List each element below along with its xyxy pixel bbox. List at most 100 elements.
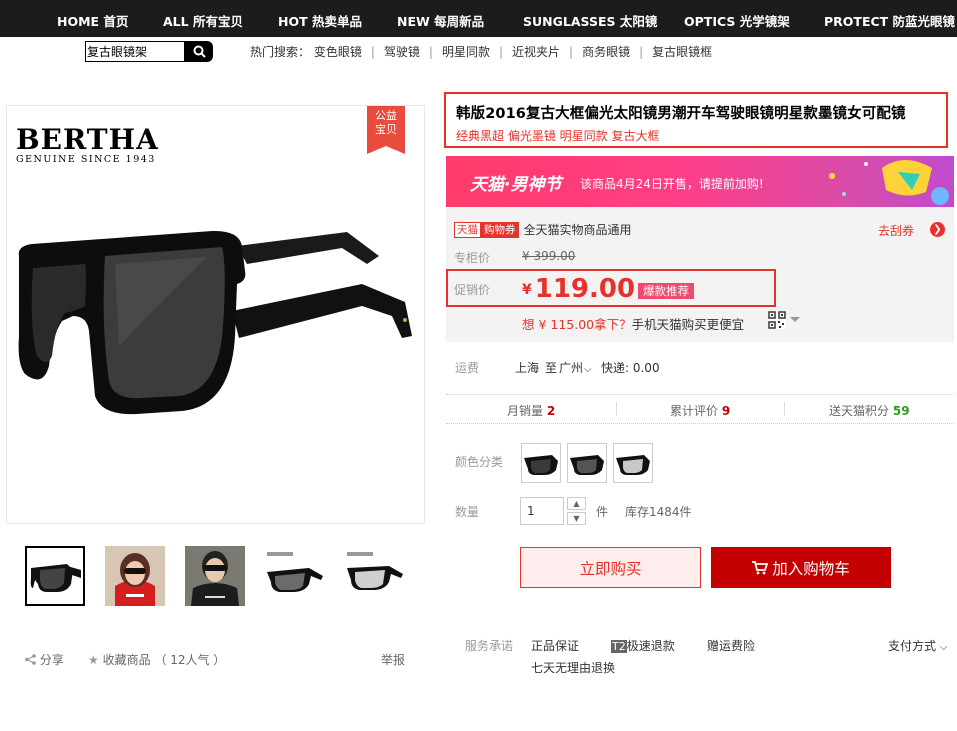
city-dropdown[interactable]: 广州⌵ — [559, 359, 592, 376]
mobile-price-hint: 想 ¥ 115.00拿下？手机天猫购买更便宜 — [522, 314, 744, 333]
coupon-tag: 购物券 — [481, 221, 519, 238]
thumbnail-model-image — [185, 546, 245, 606]
color-option[interactable] — [613, 443, 653, 483]
service-label: 服务承诺 — [465, 639, 514, 653]
shipping-fee: 快递: 0.00 — [601, 361, 660, 375]
promo-price-box: 促销价 ¥119.00 爆款推荐 — [446, 269, 776, 307]
product-title-box: 韩版2016复古大框偏光太阳镜男潮开车驾驶眼镜明星款墨镜女可配镜 经典黑超 偏光… — [444, 92, 948, 148]
shipping-label: 运费 — [455, 361, 480, 375]
color-label: 颜色分类 — [455, 455, 504, 469]
hot-search-term[interactable]: 驾驶镜 — [384, 45, 420, 59]
thumbnail-sunglasses-image — [265, 546, 325, 606]
stats-bar: 月销量 2 累计评价 9 送天猫积分 59 — [446, 394, 954, 424]
decoration-icon — [829, 160, 949, 205]
promo-price-value: 119.00 — [534, 274, 636, 304]
promo-price-label: 促销价 — [454, 283, 491, 297]
thumbnail-sunglasses-image — [27, 548, 83, 604]
thumbnail-sunglasses-image — [345, 546, 405, 606]
chevron-down-icon: ▼ — [573, 513, 580, 523]
nav-home[interactable]: HOME 首页 — [57, 11, 128, 30]
thumbnail[interactable] — [345, 546, 405, 606]
service-item[interactable]: 七天无理由退换 — [531, 659, 615, 676]
share-icon — [25, 654, 36, 665]
star-icon: ★ — [88, 653, 99, 667]
quantity-unit: 件 — [596, 505, 609, 519]
popularity-count: （ 12人气 ） — [154, 653, 226, 667]
thumbnail[interactable] — [265, 546, 325, 606]
promo-price: ¥119.00 — [522, 274, 635, 304]
service-item[interactable]: 正品保证 — [531, 637, 579, 654]
product-subtitle: 经典黑超 偏光墨镜 明星同款 复古大框 — [456, 129, 660, 143]
search-button[interactable] — [185, 41, 213, 62]
buy-now-button[interactable]: 立即购买 — [520, 547, 701, 588]
share-label: 分享 — [39, 653, 64, 667]
nav-protect[interactable]: PROTECT 防蓝光眼镜 — [824, 11, 955, 30]
cart-icon — [752, 560, 769, 574]
thumbnail[interactable] — [105, 546, 165, 606]
chevron-up-icon: ▲ — [573, 498, 580, 508]
chevron-down-icon: ⌵ — [584, 364, 592, 375]
color-swatch-black-image — [524, 455, 558, 475]
service-item[interactable]: T2极速退款 — [611, 637, 675, 654]
ship-to-word: 至 — [545, 361, 558, 375]
mobile-price: 想 ¥ 115.00拿下？ — [522, 317, 632, 332]
sale-notice: 该商品4月24日开售，请提前加购! — [580, 177, 764, 191]
hot-search-term[interactable]: 近视夹片 — [512, 45, 560, 59]
sunglasses-image — [18, 230, 412, 415]
ship-from: 上海 — [515, 361, 540, 375]
coupon-row: 天猫 购物券 全天猫实物商品通用 — [454, 221, 632, 238]
hot-search-term[interactable]: 变色眼镜 — [314, 45, 362, 59]
nav-sunglasses[interactable]: SUNGLASSES 太阳镜 — [523, 11, 657, 30]
t2-badge: T2 — [611, 640, 627, 653]
color-swatch-black-image — [570, 455, 604, 475]
hot-search-label: 热门搜索： — [250, 45, 311, 59]
quantity-input[interactable] — [520, 497, 564, 525]
top-nav: HOME 首页 ALL 所有宝贝 HOT 热卖单品 NEW 每周新品 SUNGL… — [0, 0, 957, 37]
coupon-text: 全天猫实物商品通用 — [523, 223, 632, 237]
main-product-image[interactable]: BERTHA GENUINE SINCE 1943 公益宝贝 — [6, 105, 425, 524]
get-coupon-link[interactable]: 去刮券 — [878, 222, 914, 239]
nav-new[interactable]: NEW 每周新品 — [397, 11, 484, 30]
quantity-increase-button[interactable]: ▲ — [567, 497, 586, 510]
nav-all[interactable]: ALL 所有宝贝 — [163, 11, 243, 30]
chevron-right-icon[interactable]: ❯ — [930, 222, 945, 237]
nav-optics[interactable]: OPTICS 光学镜架 — [684, 11, 790, 30]
favorite-label: 收藏商品 — [102, 653, 151, 667]
chevron-down-icon: ⌵ — [939, 642, 948, 653]
search-box — [85, 41, 213, 62]
favorite-link[interactable]: ★ 收藏商品 （ 12人气 ） — [88, 651, 225, 668]
tmall-tag: 天猫 — [454, 221, 481, 238]
share-link[interactable]: 分享 — [25, 651, 64, 668]
hot-search-term[interactable]: 复古眼镜框 — [652, 45, 712, 59]
nav-hot[interactable]: HOT 热卖单品 — [278, 11, 362, 30]
thumbnail[interactable] — [25, 546, 85, 606]
hot-search: 热门搜索： 变色眼镜 | 驾驶镜 | 明星同款 | 近视夹片 | 商务眼镜 | 复古眼镜框 — [250, 45, 713, 59]
thumbnail[interactable] — [185, 546, 245, 606]
mobile-hint-text: 手机天猫购买更便宜 — [631, 317, 745, 332]
color-swatch-silver-image — [616, 455, 650, 475]
hot-search-term[interactable]: 商务眼镜 — [582, 45, 630, 59]
report-link[interactable]: 举报 — [381, 651, 405, 668]
festival-logo: 天猫·男神节 — [470, 175, 562, 195]
tmall-points: 送天猫积分 59 — [829, 404, 910, 418]
thumbnail-model-image — [105, 546, 165, 606]
service-item[interactable]: 赠运费险 — [707, 637, 755, 654]
search-input[interactable] — [85, 41, 185, 62]
search-icon — [193, 45, 206, 58]
color-option[interactable] — [521, 443, 561, 483]
add-to-cart-button[interactable]: 加入购物车 — [711, 547, 891, 588]
hot-search-term[interactable]: 明星同款 — [442, 45, 490, 59]
payment-methods-dropdown[interactable]: 支付方式 ⌵ — [888, 637, 947, 654]
chevron-down-icon[interactable] — [790, 317, 800, 322]
price-panel: 天猫 购物券 全天猫实物商品通用 去刮券 ❯ 专柜价 ¥ 399.00 促销价 … — [446, 207, 954, 342]
stock-count: 库存1484件 — [625, 505, 692, 519]
quantity-label: 数量 — [455, 505, 480, 519]
shipping-row: 运费 上海 至 广州⌵ 快递: 0.00 — [455, 359, 660, 376]
promo-banner[interactable]: 天猫·男神节 该商品4月24日开售，请提前加购! — [446, 156, 954, 207]
add-to-cart-label: 加入购物车 — [772, 559, 850, 578]
total-reviews[interactable]: 累计评价 9 — [670, 402, 730, 419]
quantity-decrease-button[interactable]: ▼ — [567, 512, 586, 525]
color-option[interactable] — [567, 443, 607, 483]
original-price: ¥ 399.00 — [522, 249, 576, 263]
qr-code-icon[interactable] — [768, 311, 786, 329]
